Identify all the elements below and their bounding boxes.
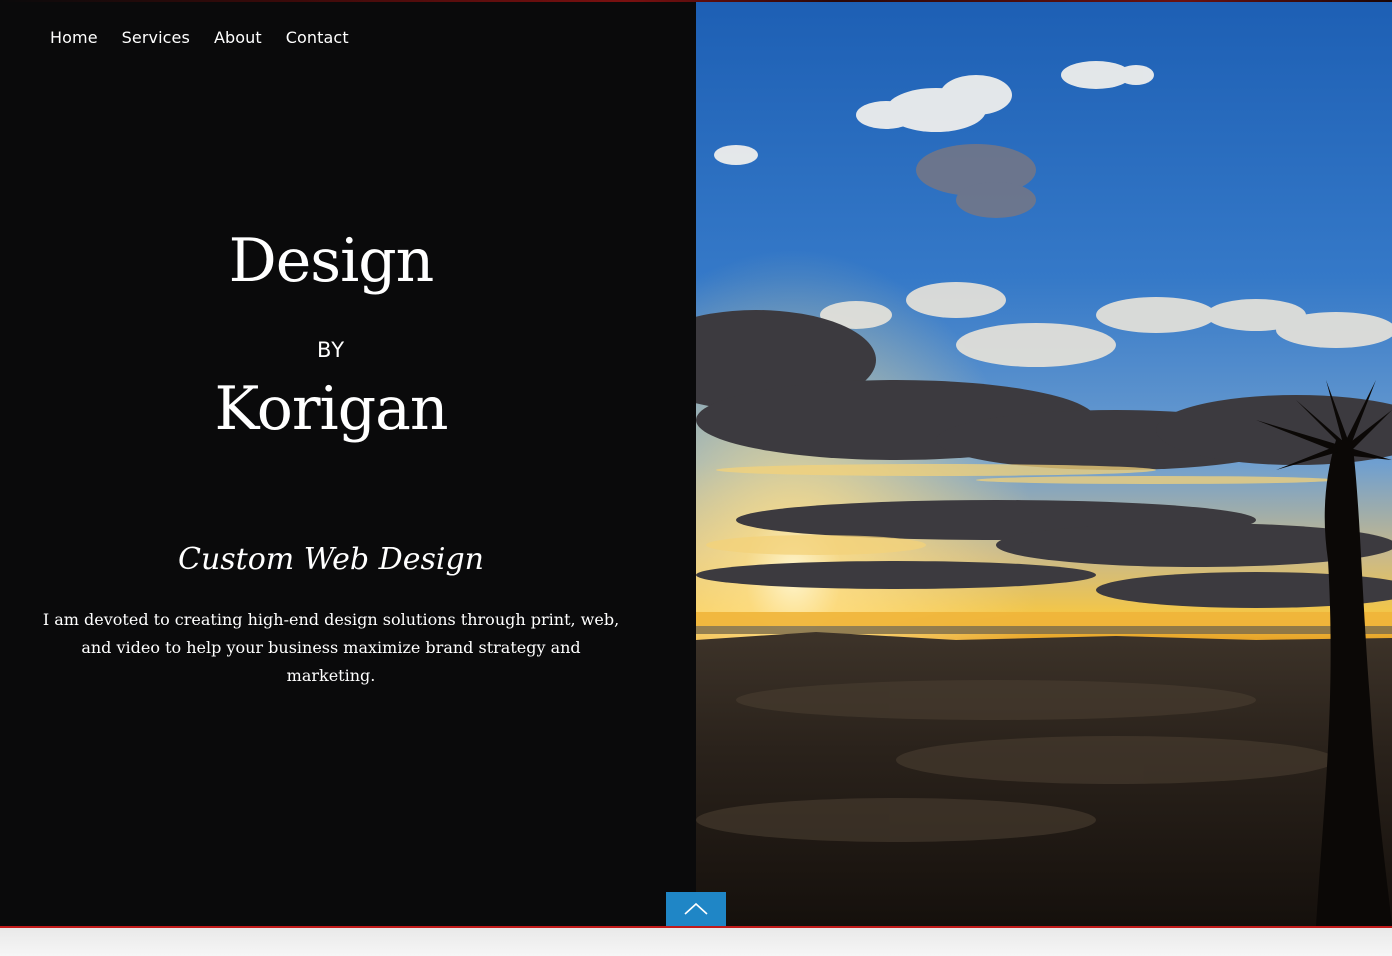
- hero-title-name: Korigan: [214, 374, 448, 444]
- nav-contact-link[interactable]: Contact: [286, 28, 349, 47]
- nav-services-link[interactable]: Services: [122, 28, 190, 47]
- hero-video-panel: [696, 0, 1392, 926]
- main-nav: Home Services About Contact: [50, 28, 349, 47]
- hero-subtitle: Custom Web Design: [178, 542, 484, 577]
- page: Home Services About Contact Design BY Ko…: [0, 0, 1392, 956]
- desert-sunset-image: [696, 0, 1392, 926]
- nav-about-link[interactable]: About: [214, 28, 262, 47]
- hero-title-by: BY: [316, 338, 346, 362]
- hero-title-design: Design: [228, 226, 435, 296]
- top-accent-line: [0, 0, 1392, 2]
- hero-text-panel: Home Services About Contact Design BY Ko…: [0, 0, 696, 926]
- scroll-to-top-button[interactable]: [666, 892, 726, 926]
- page-footer-strip: [0, 928, 1392, 956]
- chevron-up-icon: [684, 902, 708, 915]
- nav-home-link[interactable]: Home: [50, 28, 98, 47]
- hero-description: I am devoted to creating high-end design…: [42, 610, 620, 685]
